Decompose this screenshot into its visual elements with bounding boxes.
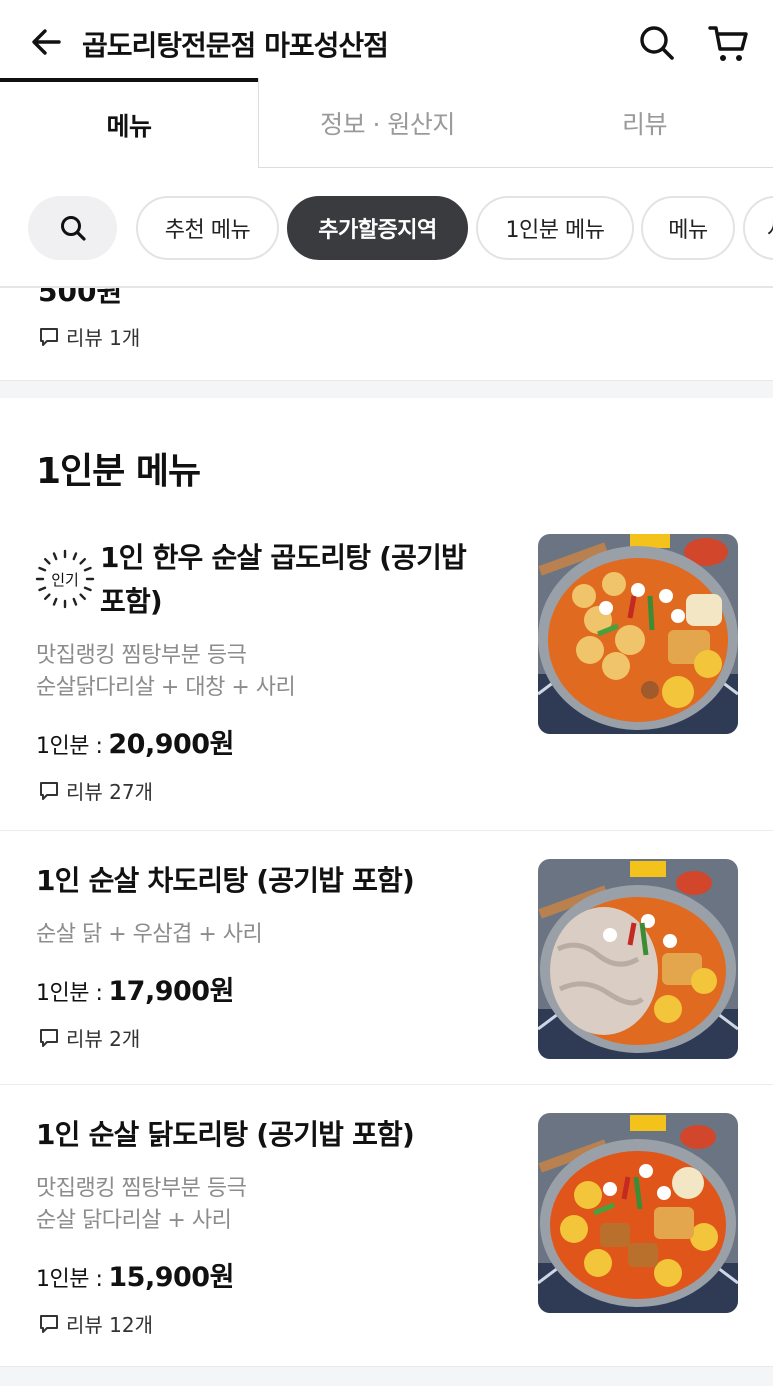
tab-review[interactable]: 리뷰 bbox=[516, 78, 773, 168]
review-count-label: 리뷰 12개 bbox=[66, 1313, 154, 1337]
food-photo[interactable] bbox=[538, 859, 738, 1059]
item-description-line2: 순살닭다리살 + 대창 + 사리 bbox=[36, 675, 296, 700]
menu-item[interactable]: 1인 순살 차도리탕 (공기밥 포함) 순살 닭 + 우삼겹 + 사리 1인분 … bbox=[0, 831, 773, 1084]
price-value: 20,900원 bbox=[108, 729, 234, 760]
section-separator bbox=[0, 1366, 773, 1386]
item-price: 1인분 : 17,900원 bbox=[36, 969, 234, 1008]
back-button[interactable] bbox=[26, 22, 66, 62]
item-description-line2: 순살 닭다리살 + 사리 bbox=[36, 1208, 232, 1233]
section-title: 1인분 메뉴 bbox=[36, 451, 201, 492]
tab-menu[interactable]: 메뉴 bbox=[0, 78, 258, 168]
price-label: 1인분 : bbox=[36, 1267, 103, 1292]
svg-text:인기: 인기 bbox=[51, 571, 79, 589]
popular-badge: 인기 bbox=[35, 549, 95, 609]
item-name: 1인 순살 차도리탕 (공기밥 포함) bbox=[36, 864, 415, 897]
comment-icon bbox=[40, 327, 58, 346]
chip-single-serving[interactable]: 1인분 메뉴 bbox=[476, 196, 634, 260]
search-icon bbox=[640, 26, 674, 60]
review-count[interactable]: 리뷰 2개 bbox=[38, 1023, 140, 1052]
review-count-label: 리뷰 27개 bbox=[66, 780, 154, 804]
chip-menu[interactable]: 메뉴 bbox=[641, 196, 735, 260]
section-separator bbox=[0, 380, 773, 398]
store-title: 곱도리탕전문점 마포성산점 bbox=[82, 29, 389, 62]
item-price: 1인분 : 15,900원 bbox=[36, 1255, 234, 1294]
item-price-fragment: 500원 bbox=[38, 288, 123, 308]
chip-next-category[interactable]: 사 bbox=[743, 196, 773, 260]
item-name: 1인 순살 닭도리탕 (공기밥 포함) bbox=[36, 1118, 415, 1151]
menu-item[interactable]: 인기 1인 한우 순살 곱도리탕 (공기밥 포함) 맛집랭킹 찜탕부분 등극 순… bbox=[0, 520, 773, 830]
review-count[interactable]: 리뷰 27개 bbox=[38, 776, 153, 805]
comment-icon bbox=[40, 1314, 58, 1333]
review-count[interactable]: 리뷰 1개 bbox=[38, 322, 140, 351]
comment-icon bbox=[40, 1028, 58, 1047]
cart-icon bbox=[708, 26, 748, 61]
price-value: 15,900원 bbox=[108, 1262, 234, 1293]
chip-search-button[interactable] bbox=[28, 196, 117, 260]
food-photo[interactable] bbox=[538, 534, 738, 734]
item-price: 1인분 : 20,900원 bbox=[36, 722, 234, 761]
review-count-label: 리뷰 2개 bbox=[66, 1027, 141, 1051]
search-icon bbox=[60, 216, 86, 241]
previous-item-fragment: 500원 리뷰 1개 bbox=[0, 288, 773, 380]
chip-recommended[interactable]: 추천 메뉴 bbox=[136, 196, 279, 260]
menu-item[interactable]: 1인 순살 닭도리탕 (공기밥 포함) 맛집랭킹 찜탕부분 등극 순살 닭다리살… bbox=[0, 1085, 773, 1366]
comment-icon bbox=[40, 781, 58, 800]
price-label: 1인분 : bbox=[36, 734, 103, 759]
price-label: 1인분 : bbox=[36, 981, 103, 1006]
tab-info-origin[interactable]: 정보 · 원산지 bbox=[258, 78, 516, 168]
app-header: 곱도리탕전문점 마포성산점 bbox=[0, 0, 773, 80]
review-count[interactable]: 리뷰 12개 bbox=[38, 1309, 153, 1338]
price-value: 17,900원 bbox=[108, 976, 234, 1007]
item-name-line2: 포함) bbox=[100, 585, 163, 618]
item-name: 1인 한우 순살 곱도리탕 (공기밥 bbox=[100, 541, 467, 574]
category-chip-bar: 추천 메뉴 추가할증지역 1인분 메뉴 메뉴 사 bbox=[0, 168, 773, 288]
item-description: 맛집랭킹 찜탕부분 등극 bbox=[36, 1176, 247, 1201]
search-button[interactable] bbox=[636, 22, 678, 64]
item-description: 맛집랭킹 찜탕부분 등극 bbox=[36, 643, 247, 668]
food-photo[interactable] bbox=[538, 1113, 738, 1313]
arrow-left-icon bbox=[32, 29, 61, 55]
review-count-label: 리뷰 1개 bbox=[66, 326, 141, 350]
chip-extra-charge-area[interactable]: 추가할증지역 bbox=[287, 196, 468, 260]
tab-bar: 메뉴 정보 · 원산지 리뷰 bbox=[0, 78, 773, 168]
item-description: 순살 닭 + 우삼겹 + 사리 bbox=[36, 922, 263, 947]
cart-button[interactable] bbox=[706, 22, 750, 64]
